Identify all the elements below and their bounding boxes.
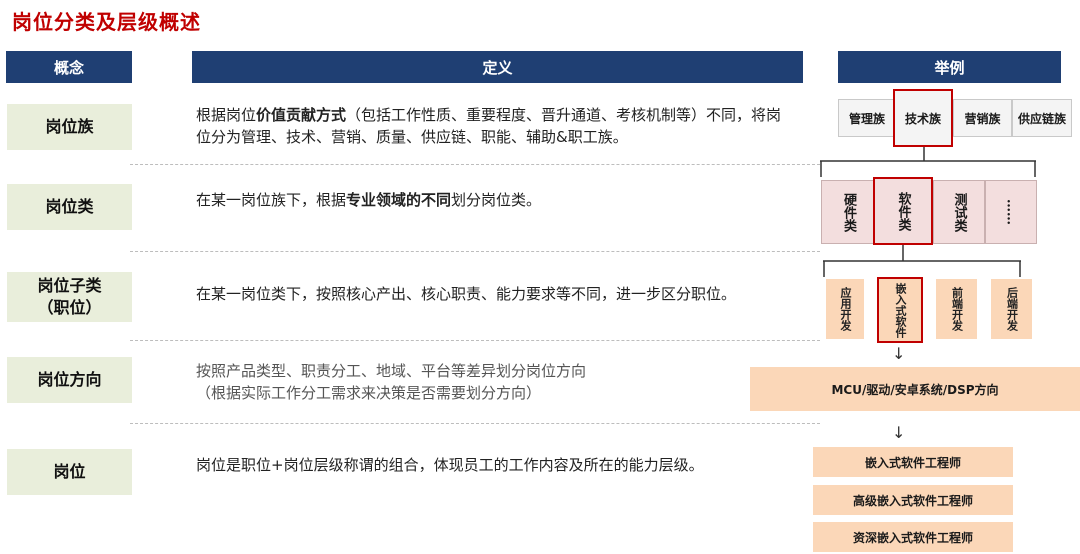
- concept-subcategory-line2: （职位）: [37, 298, 102, 317]
- example-subcategory-frontend: 前端开发: [936, 279, 977, 339]
- example-category-testing: 测试类: [933, 180, 985, 244]
- bracket-family-to-category: [820, 147, 1036, 177]
- example-subcategory-app-dev-label: 应用开发: [839, 287, 852, 331]
- row-separator: [130, 251, 820, 252]
- example-position-engineer: 嵌入式软件工程师: [813, 447, 1013, 477]
- definition-family: 根据岗位价值贡献方式（包括工作性质、重要程度、晋升通道、考核机制等）不同，将岗位…: [196, 104, 786, 148]
- example-direction: MCU/驱动/安卓系统/DSP方向: [750, 367, 1080, 411]
- example-position-senior-engineer: 高级嵌入式软件工程师: [813, 485, 1013, 515]
- page-title: 岗位分类及层级概述: [12, 10, 201, 34]
- example-subcategory-backend: 后端开发: [991, 279, 1032, 339]
- definition-position: 岗位是职位+岗位层级称谓的组合，体现员工的工作内容及所在的能力层级。: [196, 456, 704, 474]
- example-family-marketing: 营销族: [953, 99, 1012, 137]
- concept-category: 岗位类: [7, 184, 132, 230]
- example-family-supply-chain: 供应链族: [1012, 99, 1072, 137]
- definition-direction-line2: （根据实际工作分工需求来决策是否需要划分方向）: [196, 384, 542, 402]
- definition-category-pre: 在某一岗位族下，根据: [196, 191, 347, 209]
- header-concept: 概念: [6, 51, 132, 83]
- definition-category: 在某一岗位族下，根据专业领域的不同划分岗位类。: [196, 189, 786, 211]
- concept-subcategory-line1: 岗位子类: [37, 276, 102, 295]
- row-separator: [130, 340, 820, 341]
- example-family-technology: 技术族: [893, 89, 953, 147]
- bracket-category-to-subcategory: [823, 245, 1021, 277]
- definition-direction: 按照产品类型、职责分工、地域、平台等差异划分岗位方向 （根据实际工作分工需求来决…: [196, 360, 756, 404]
- example-category-more-label: ……: [1003, 199, 1019, 225]
- example-category-hardware-label: 硬件类: [841, 192, 856, 232]
- example-subcategory-frontend-label: 前端开发: [950, 287, 964, 331]
- row-separator: [130, 423, 820, 424]
- definition-category-bold: 专业领域的不同: [346, 191, 452, 209]
- header-definition: 定义: [192, 51, 803, 83]
- concept-position: 岗位: [7, 449, 132, 495]
- concept-subcategory: 岗位子类 （职位）: [7, 272, 132, 322]
- example-category-software: 软件类: [873, 177, 933, 245]
- definition-direction-line1: 按照产品类型、职责分工、地域、平台等差异划分岗位方向: [196, 362, 587, 380]
- example-subcategory-embedded: 嵌入式软件: [877, 277, 923, 343]
- example-position-principal-engineer: 资深嵌入式软件工程师: [813, 522, 1013, 552]
- example-subcategory-embedded-label: 嵌入式软件: [894, 282, 907, 338]
- definition-family-pre: 根据岗位: [196, 106, 257, 124]
- definition-subcategory: 在某一岗位类下，按照核心产出、核心职责、能力要求等不同，进一步区分职位。: [196, 285, 737, 303]
- definition-category-post: 划分岗位类。: [451, 191, 542, 209]
- concept-direction: 岗位方向: [7, 357, 132, 403]
- example-category-testing-label: 测试类: [951, 192, 967, 232]
- example-subcategory-backend-label: 后端开发: [1005, 287, 1019, 331]
- example-subcategory-app-dev: 应用开发: [826, 279, 864, 339]
- example-family-management: 管理族: [838, 99, 896, 137]
- example-category-more: ……: [985, 180, 1037, 244]
- definition-family-bold: 价值贡献方式: [256, 106, 347, 124]
- example-category-hardware: 硬件类: [821, 180, 876, 244]
- concept-family: 岗位族: [7, 104, 132, 150]
- down-arrow-icon: ↓: [892, 423, 906, 442]
- down-arrow-icon: ↓: [892, 344, 906, 363]
- row-separator: [130, 164, 820, 165]
- header-example: 举例: [838, 51, 1061, 83]
- example-category-software-label: 软件类: [895, 191, 911, 231]
